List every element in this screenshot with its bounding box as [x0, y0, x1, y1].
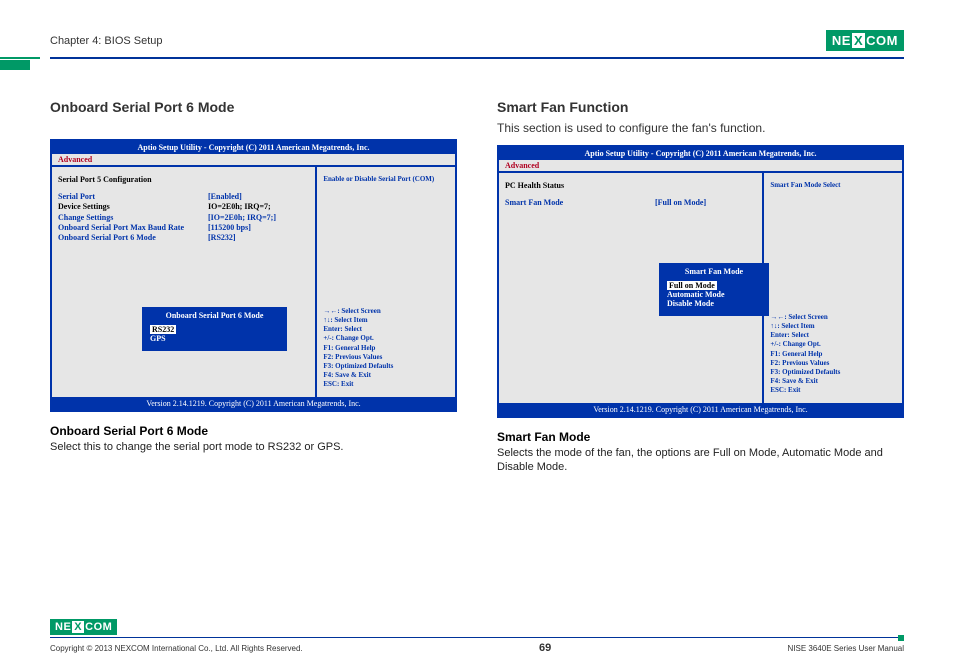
- help-key: F3: Optimized Defaults: [323, 362, 449, 371]
- left-subhead: Onboard Serial Port 6 Mode: [50, 424, 457, 438]
- popup-title: Onboard Serial Port 6 Mode: [144, 309, 285, 322]
- config-row[interactable]: Serial Port[Enabled]: [58, 192, 309, 201]
- config-value: IO=2E0h; IRQ=7;: [208, 202, 309, 211]
- page-number: 69: [539, 642, 551, 654]
- popup-option[interactable]: Automatic Mode: [667, 290, 725, 299]
- config-value: [Enabled]: [208, 192, 309, 201]
- chapter-title: Chapter 4: BIOS Setup: [50, 35, 163, 47]
- config-value: [115200 bps]: [208, 223, 309, 232]
- tab-advanced[interactable]: Advanced: [505, 161, 539, 170]
- help-desc: Smart Fan Mode Select: [770, 181, 896, 271]
- help-key: F4: Save & Exit: [323, 371, 449, 380]
- left-section-title: Onboard Serial Port 6 Mode: [50, 99, 457, 115]
- config-label: Device Settings: [58, 202, 208, 211]
- help-key: ↑↓: Select Item: [770, 322, 896, 331]
- bios-version: Version 2.14.1219. Copyright (C) 2011 Am…: [52, 397, 455, 410]
- config-group: Serial Port 5 Configuration: [58, 175, 309, 184]
- help-key: Enter: Select: [323, 325, 449, 334]
- logo: NEXCOM: [826, 30, 904, 51]
- bios-title: Aptio Setup Utility - Copyright (C) 2011…: [52, 141, 455, 154]
- help-key: →←: Select Screen: [323, 307, 449, 316]
- popup-option[interactable]: Disable Mode: [667, 299, 714, 308]
- help-key: →←: Select Screen: [770, 313, 896, 322]
- popup-fan-mode[interactable]: Smart Fan Mode Full on Mode Automatic Mo…: [659, 263, 769, 316]
- popup-serial-mode[interactable]: Onboard Serial Port 6 Mode RS232 GPS: [142, 307, 287, 351]
- config-group: PC Health Status: [505, 181, 756, 190]
- help-key: Enter: Select: [770, 331, 896, 340]
- help-key: ESC: Exit: [323, 380, 449, 389]
- manual-name: NISE 3640E Series User Manual: [788, 644, 905, 653]
- bios-panel-left: Aptio Setup Utility - Copyright (C) 2011…: [50, 139, 457, 412]
- help-key: ESC: Exit: [770, 386, 896, 395]
- popup-option-selected[interactable]: RS232: [150, 325, 176, 334]
- help-key: F2: Previous Values: [323, 353, 449, 362]
- help-key: F2: Previous Values: [770, 359, 896, 368]
- tab-advanced[interactable]: Advanced: [58, 155, 92, 164]
- config-value: [IO=2E0h; IRQ=7;]: [208, 213, 309, 222]
- popup-option-selected[interactable]: Full on Mode: [667, 281, 717, 290]
- help-key: +/-: Change Opt.: [323, 334, 449, 343]
- right-section-title: Smart Fan Function: [497, 99, 904, 115]
- help-key: F1: General Help: [323, 344, 449, 353]
- config-label: Serial Port: [58, 192, 208, 201]
- help-key: F1: General Help: [770, 350, 896, 359]
- logo-footer: NEXCOM: [50, 619, 904, 635]
- bios-version: Version 2.14.1219. Copyright (C) 2011 Am…: [499, 403, 902, 416]
- config-row[interactable]: Smart Fan Mode[Full on Mode]: [505, 198, 756, 207]
- bios-title: Aptio Setup Utility - Copyright (C) 2011…: [499, 147, 902, 160]
- config-label: Onboard Serial Port Max Baud Rate: [58, 223, 208, 232]
- copyright: Copyright © 2013 NEXCOM International Co…: [50, 644, 303, 653]
- help-key: +/-: Change Opt.: [770, 340, 896, 349]
- help-desc: Enable or Disable Serial Port (COM): [323, 175, 449, 265]
- help-key: ↑↓: Select Item: [323, 316, 449, 325]
- config-value: [Full on Mode]: [655, 198, 756, 207]
- help-key: F3: Optimized Defaults: [770, 368, 896, 377]
- right-section-desc: This section is used to configure the fa…: [497, 121, 904, 135]
- config-row[interactable]: Change Settings[IO=2E0h; IRQ=7;]: [58, 213, 309, 222]
- right-subdesc: Selects the mode of the fan, the options…: [497, 446, 904, 475]
- help-keys: →←: Select Screen↑↓: Select ItemEnter: S…: [770, 313, 896, 395]
- config-row[interactable]: Onboard Serial Port Max Baud Rate[115200…: [58, 223, 309, 232]
- bios-panel-right: Aptio Setup Utility - Copyright (C) 2011…: [497, 145, 904, 418]
- config-label: Change Settings: [58, 213, 208, 222]
- help-key: F4: Save & Exit: [770, 377, 896, 386]
- config-label: Onboard Serial Port 6 Mode: [58, 233, 208, 242]
- side-tab: [0, 60, 30, 70]
- right-subhead: Smart Fan Mode: [497, 430, 904, 444]
- config-value: [RS232]: [208, 233, 309, 242]
- popup-title: Smart Fan Mode: [661, 265, 767, 278]
- config-row[interactable]: Device SettingsIO=2E0h; IRQ=7;: [58, 202, 309, 211]
- config-row[interactable]: Onboard Serial Port 6 Mode[RS232]: [58, 233, 309, 242]
- config-label: Smart Fan Mode: [505, 198, 655, 207]
- popup-option[interactable]: GPS: [150, 334, 166, 343]
- left-subdesc: Select this to change the serial port mo…: [50, 440, 457, 454]
- help-keys: →←: Select Screen↑↓: Select ItemEnter: S…: [323, 307, 449, 389]
